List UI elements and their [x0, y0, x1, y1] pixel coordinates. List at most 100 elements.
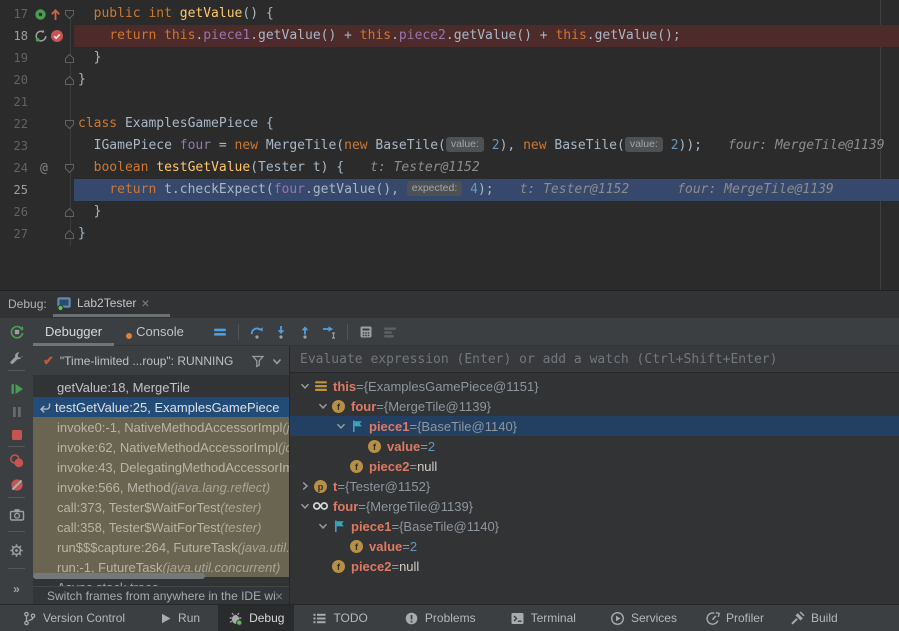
variable-row[interactable]: fpiece2 = null — [290, 556, 899, 576]
test-passed-icon[interactable] — [34, 8, 47, 21]
chevron-down-icon[interactable] — [316, 400, 330, 412]
run-to-cursor-icon[interactable] — [318, 321, 340, 343]
statusbar-item-problems[interactable]: Problems — [394, 605, 486, 631]
tab-close-icon[interactable]: × — [141, 296, 149, 310]
variable-row[interactable]: this = {ExamplesGamePiece@1151} — [290, 376, 899, 396]
frame-row[interactable]: invoke:43, DelegatingMethodAccessorImpl … — [33, 457, 289, 477]
code-text[interactable]: } — [78, 47, 101, 69]
pause-icon[interactable] — [8, 403, 26, 421]
stop-icon[interactable] — [8, 426, 26, 444]
more-icon[interactable]: » — [8, 580, 26, 598]
variable-name: piece2 — [351, 559, 391, 574]
code-text[interactable]: boolean testGetValue(Tester t) {t: Teste… — [78, 157, 480, 179]
step-out-icon[interactable] — [294, 321, 316, 343]
step-over-icon[interactable] — [246, 321, 268, 343]
filter-funnel-icon[interactable] — [250, 353, 265, 368]
frame-row[interactable]: call:373, Tester$WaitForTest (tester) — [33, 497, 289, 517]
banner-close-icon[interactable]: × — [275, 589, 283, 603]
settings-wrench-icon[interactable] — [8, 350, 26, 368]
fold-open-icon[interactable] — [64, 163, 75, 174]
fold-open-icon[interactable] — [64, 119, 75, 130]
scrollbar-thumb[interactable] — [33, 573, 205, 579]
variable-row[interactable]: fvalue = 2 — [290, 436, 899, 456]
code-text[interactable]: class ExamplesGamePiece { — [78, 113, 274, 135]
fold-end-icon[interactable] — [64, 207, 75, 218]
statusbar-item-services[interactable]: Services — [600, 605, 687, 631]
frame-text: invoke:43, DelegatingMethodAccessorImpl — [57, 460, 289, 475]
strip-divider — [8, 497, 25, 498]
rerun-icon[interactable] — [8, 323, 26, 341]
chevron-down-icon[interactable] — [271, 355, 283, 367]
code-line-27: 27} — [0, 223, 899, 245]
horizontal-scrollbar[interactable] — [33, 573, 205, 579]
variable-row[interactable]: ffour = {MergeTile@1139} — [290, 396, 899, 416]
frame-row[interactable]: invoke:566, Method (java.lang.reflect) — [33, 477, 289, 497]
chevron-down-icon[interactable] — [298, 500, 312, 512]
frame-row[interactable]: invoke0:-1, NativeMethodAccessorImpl (jd… — [33, 417, 289, 437]
frame-row[interactable]: call:358, Tester$WaitForTest (tester) — [33, 517, 289, 537]
code-editor[interactable]: 17 public int getValue() {18 return this… — [0, 0, 899, 290]
tab-debugger-label: Debugger — [45, 324, 102, 339]
overrides-arrow-icon[interactable] — [49, 8, 62, 21]
code-text[interactable]: return t.checkExpect(four.getValue(), ex… — [78, 179, 834, 201]
code-text[interactable]: } — [78, 201, 101, 223]
statusbar-item-todo[interactable]: TODO — [302, 605, 377, 631]
toolbar-divider — [347, 324, 348, 340]
variable-row[interactable]: four = {MergeTile@1139} — [290, 496, 899, 516]
debugger-inline-value: four: MergeTile@1139 — [728, 138, 885, 153]
thread-dump-camera-icon[interactable] — [8, 506, 26, 524]
code-text[interactable]: public int getValue() { — [78, 3, 274, 25]
statusbar-item-run[interactable]: Run — [149, 605, 210, 631]
tab-lab2tester[interactable]: Lab2Tester × — [57, 291, 150, 315]
variable-row[interactable]: piece1 = {BaseTile@1140} — [290, 416, 899, 436]
breakpoint-hit-icon[interactable] — [50, 29, 64, 43]
statusbar-item-debug[interactable]: Debug — [218, 605, 294, 631]
variable-row[interactable]: fpiece2 = null — [290, 456, 899, 476]
view-breakpoints-icon[interactable] — [8, 452, 26, 470]
thread-status-row[interactable]: ✔ "Time-limited ...roup": RUNNING — [33, 346, 289, 375]
variable-row[interactable]: pt = {Tester@1152} — [290, 476, 899, 496]
fold-end-icon[interactable] — [64, 53, 75, 64]
inlay-hint-chip: value: — [625, 137, 663, 152]
services-icon — [610, 611, 625, 626]
frame-location: (tester) — [220, 520, 261, 535]
evaluate-expression-icon[interactable] — [355, 321, 377, 343]
frame-location: (java.util.concurrent) — [238, 540, 289, 555]
gear-icon[interactable] — [8, 542, 26, 560]
chevron-down-icon[interactable] — [334, 420, 348, 432]
code-text[interactable]: return this.piece1.getValue() + this.pie… — [78, 25, 681, 47]
statusbar-item-terminal[interactable]: Terminal — [500, 605, 586, 631]
resume-icon[interactable] — [8, 380, 26, 398]
show-execution-point-icon[interactable] — [209, 321, 231, 343]
frame-row[interactable]: run$$$capture:264, FutureTask (java.util… — [33, 537, 289, 557]
frame-row[interactable]: testGetValue:25, ExamplesGamePiece — [33, 397, 289, 417]
frame-row[interactable]: invoke:62, NativeMethodAccessorImpl (jdk… — [33, 437, 289, 457]
code-text[interactable]: IGamePiece four = new MergeTile(new Base… — [78, 135, 885, 157]
code-text[interactable]: } — [78, 223, 86, 245]
fold-end-icon[interactable] — [64, 229, 75, 240]
fold-end-icon[interactable] — [64, 75, 75, 86]
step-into-icon[interactable] — [270, 321, 292, 343]
code-text[interactable]: } — [78, 69, 86, 91]
fold-open-icon[interactable] — [64, 9, 75, 20]
mute-breakpoints-icon[interactable] — [8, 476, 26, 494]
recursive-call-icon[interactable] — [34, 29, 48, 43]
statusbar-item-version-control[interactable]: Version Control — [12, 605, 135, 631]
variable-row[interactable]: fvalue = 2 — [290, 536, 899, 556]
statusbar-item-label: Build — [811, 611, 838, 625]
chevron-down-icon[interactable] — [298, 380, 312, 392]
chevron-down-icon[interactable] — [316, 520, 330, 532]
variable-row[interactable]: piece1 = {BaseTile@1140} — [290, 516, 899, 536]
tab-console[interactable]: Console — [114, 318, 196, 346]
equals-sign: = — [391, 559, 399, 574]
evaluate-expression-input[interactable]: Evaluate expression (Enter) or add a wat… — [290, 346, 899, 373]
statusbar-item-build[interactable]: Build — [780, 605, 848, 631]
toolbar-divider — [238, 324, 239, 340]
layout-settings-icon[interactable] — [379, 321, 401, 343]
frame-row[interactable]: getValue:18, MergeTile — [33, 377, 289, 397]
chevron-right-icon[interactable] — [298, 480, 312, 492]
equals-sign: = — [356, 379, 364, 394]
statusbar-item-profiler[interactable]: Profiler — [695, 605, 774, 631]
tab-debugger[interactable]: Debugger — [33, 318, 114, 346]
terminal-icon — [510, 611, 525, 626]
